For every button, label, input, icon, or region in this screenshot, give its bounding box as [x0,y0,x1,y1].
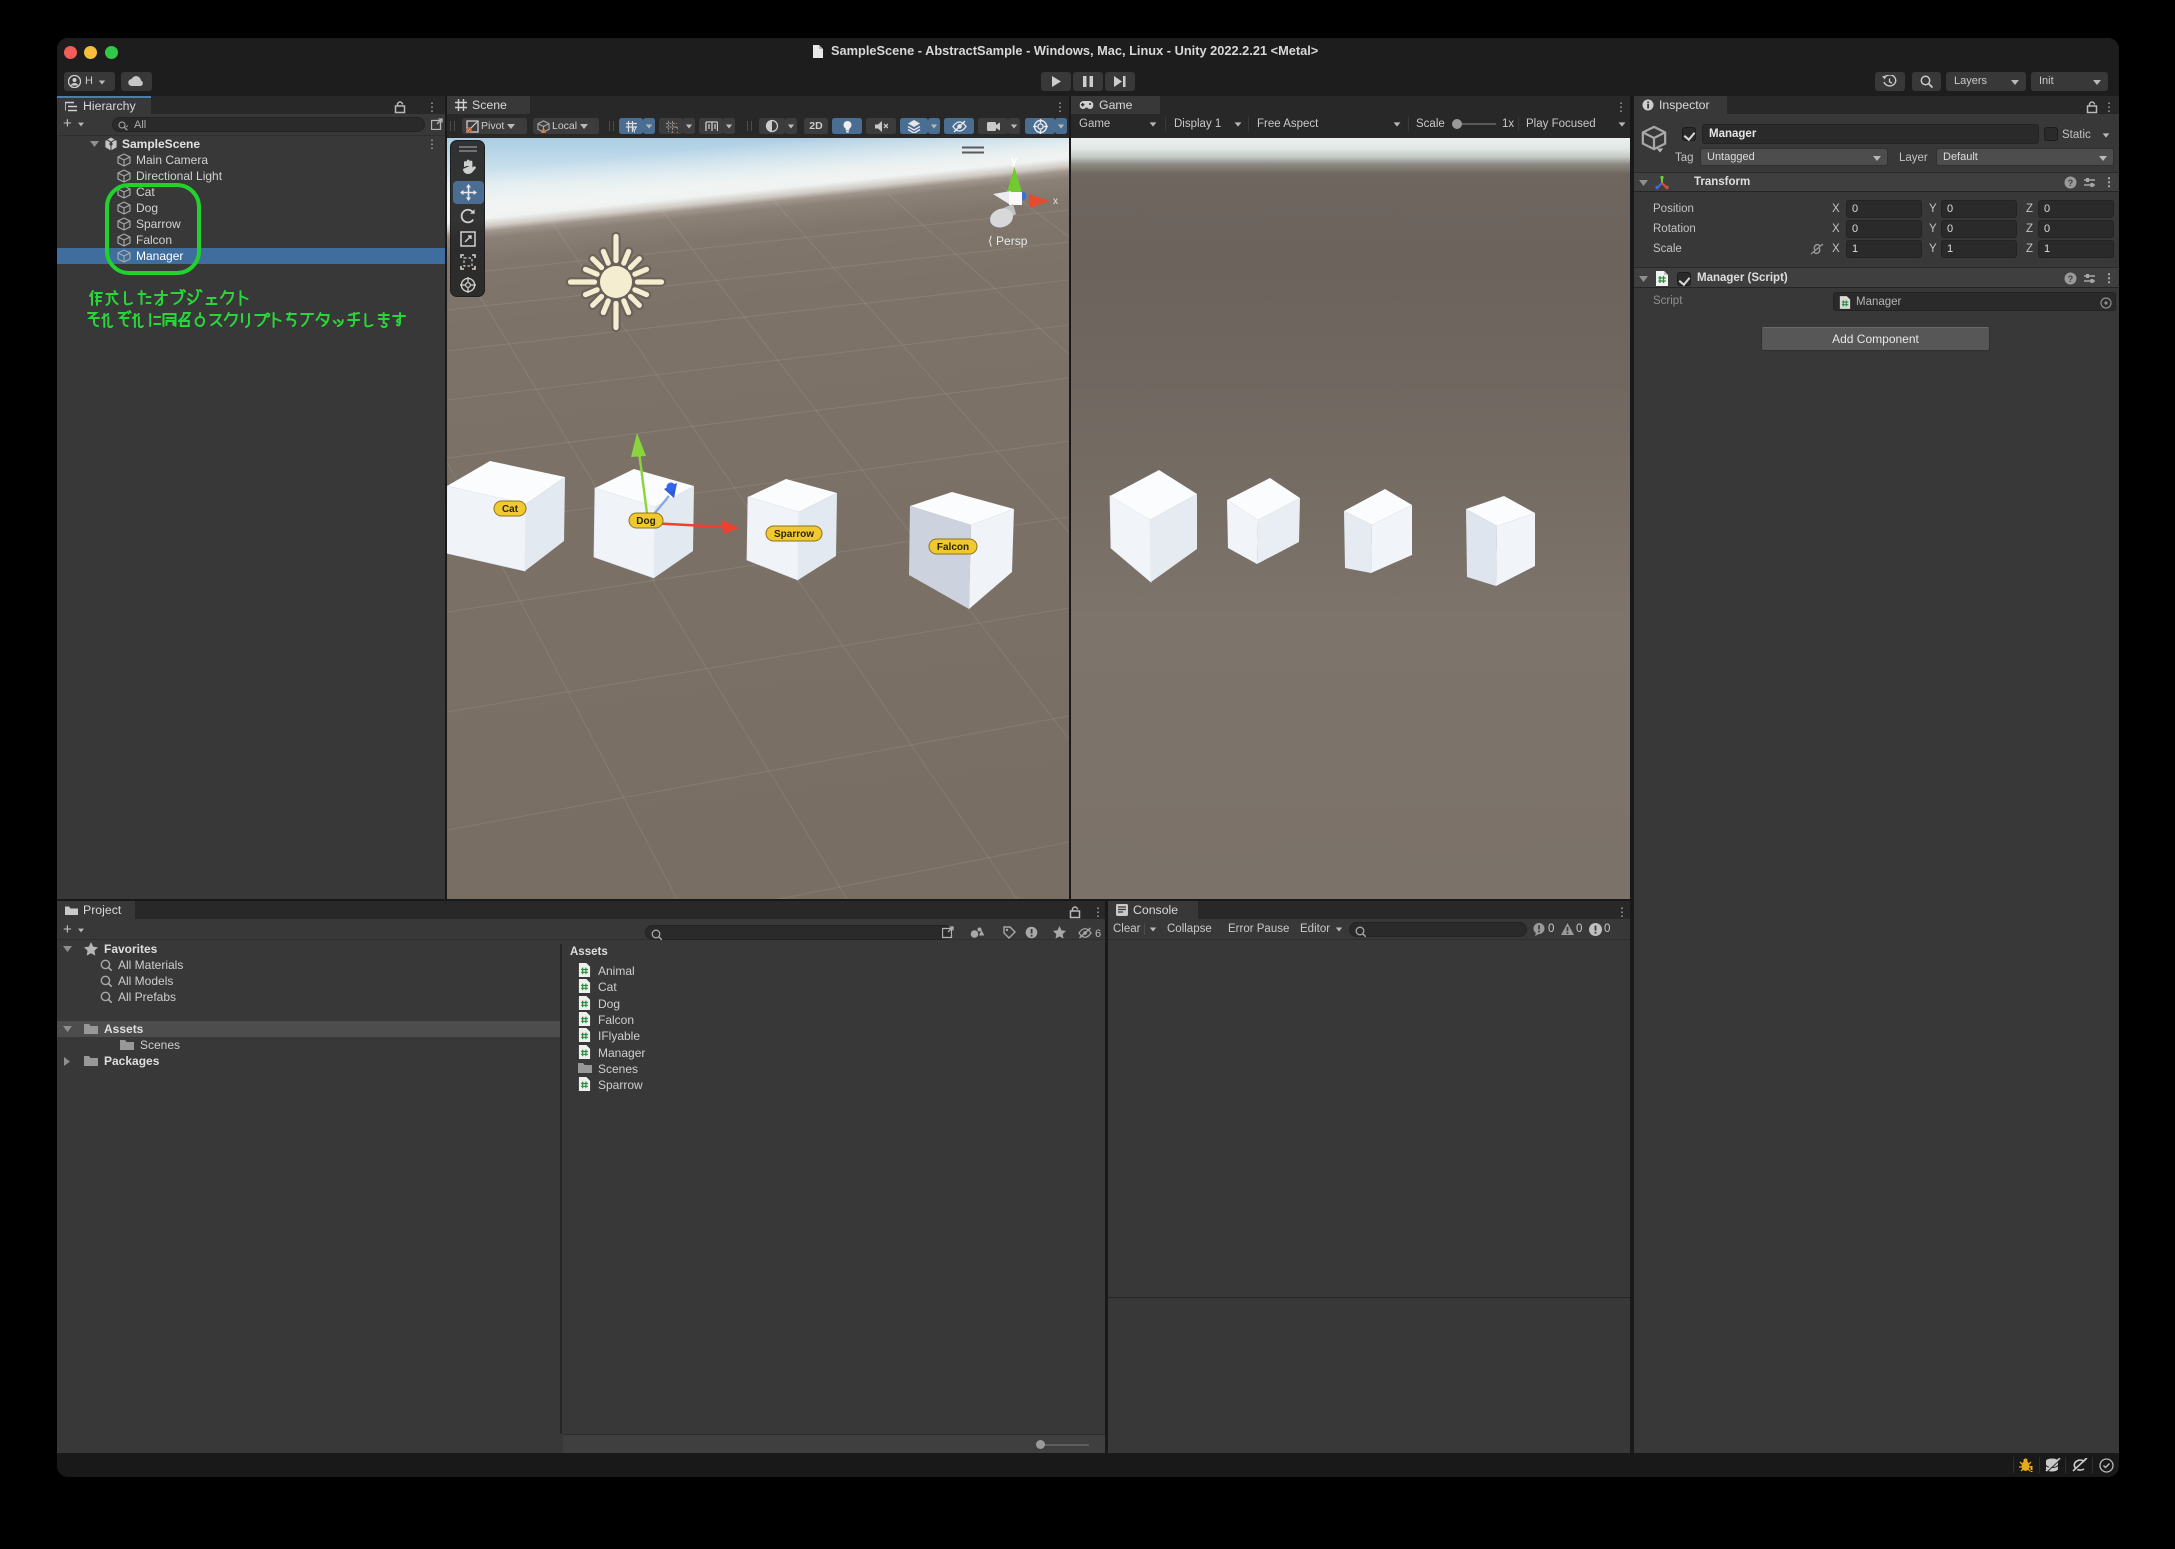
svg-text:Y: Y [632,127,637,133]
svg-text:Dog: Dog [636,516,655,527]
svg-text:?: ? [2068,274,2074,284]
svg-text:Falcon: Falcon [937,542,969,553]
svg-text:x: x [1053,196,1058,207]
svg-text:Cat: Cat [502,504,519,515]
svg-text:?: ? [2068,178,2074,188]
svg-text:y: y [1011,155,1018,167]
svg-text:Sparrow: Sparrow [774,529,814,540]
